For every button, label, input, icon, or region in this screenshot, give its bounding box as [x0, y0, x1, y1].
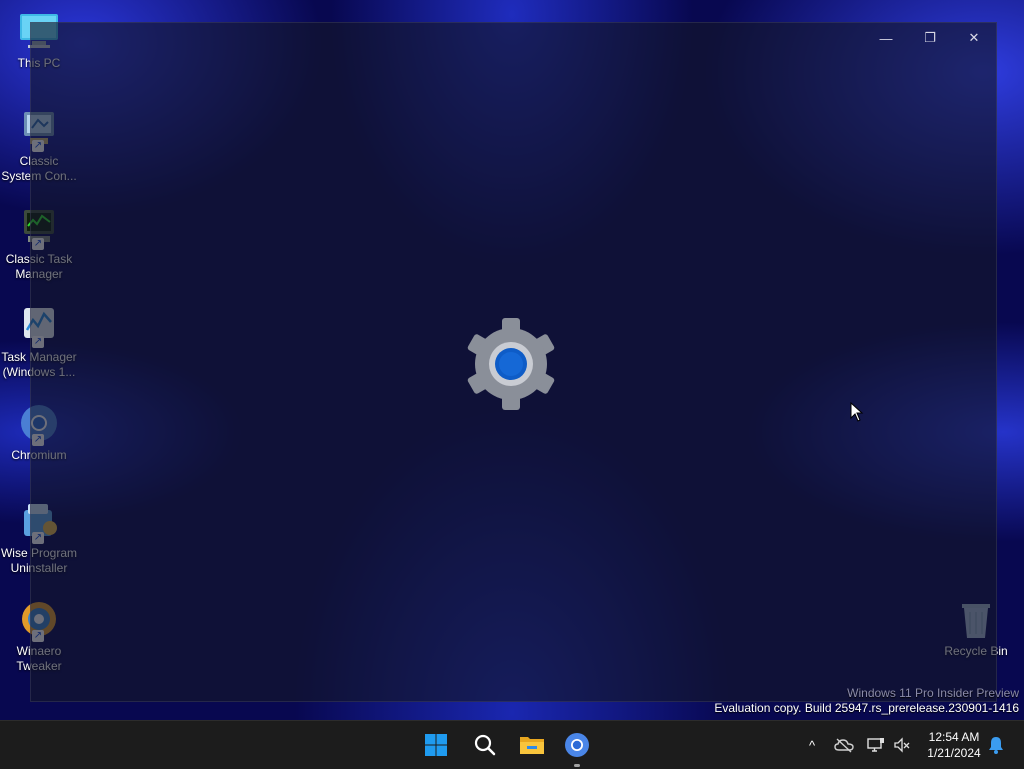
- notifications-button[interactable]: [986, 735, 1006, 755]
- restore-button[interactable]: ❐: [908, 23, 952, 53]
- cloud-offline-icon: [834, 738, 854, 753]
- file-explorer-button[interactable]: [516, 729, 548, 761]
- network-icon: [867, 738, 884, 752]
- start-button[interactable]: [420, 729, 452, 761]
- watermark-build: Evaluation copy. Build 25947.rs_prerelea…: [714, 701, 1019, 715]
- clock-time: 12:54 AM: [928, 730, 980, 744]
- taskbar: ^ 12:54 AM 1/21/2024: [0, 720, 1024, 769]
- file-explorer-icon: [520, 737, 544, 754]
- volume-muted-icon: [894, 737, 910, 753]
- onedrive-tray-button[interactable]: [834, 735, 854, 755]
- network-tray-button[interactable]: [866, 735, 886, 755]
- watermark-edition: Windows 11 Pro Insider Preview: [847, 686, 1019, 700]
- settings-gear-icon: [464, 317, 558, 411]
- volume-tray-button[interactable]: [892, 735, 912, 755]
- close-button[interactable]: ✕: [952, 23, 996, 53]
- clock-date: 1/21/2024: [927, 746, 981, 760]
- window-controls: — ❐ ✕: [864, 23, 996, 53]
- bell-icon: [989, 737, 1003, 754]
- chromium-icon: [565, 733, 589, 757]
- settings-window[interactable]: — ❐ ✕: [30, 22, 997, 702]
- windows-start-icon: [425, 734, 447, 756]
- search-button[interactable]: [469, 729, 501, 761]
- evaluation-watermark: Windows 11 Pro Insider Preview Evaluatio…: [714, 686, 1019, 716]
- mouse-cursor-icon: [850, 401, 864, 422]
- search-icon: [474, 734, 496, 756]
- chromium-taskbar-button[interactable]: [561, 729, 593, 767]
- minimize-button[interactable]: —: [864, 23, 908, 53]
- running-indicator: [574, 764, 580, 767]
- show-hidden-icons-button[interactable]: ^: [802, 735, 822, 755]
- clock-button[interactable]: 12:54 AM 1/21/2024: [918, 729, 990, 761]
- chevron-up-icon: ^: [808, 737, 816, 753]
- desktop: This PC ↗ Classic System Con... ↗ Classi…: [0, 0, 1024, 720]
